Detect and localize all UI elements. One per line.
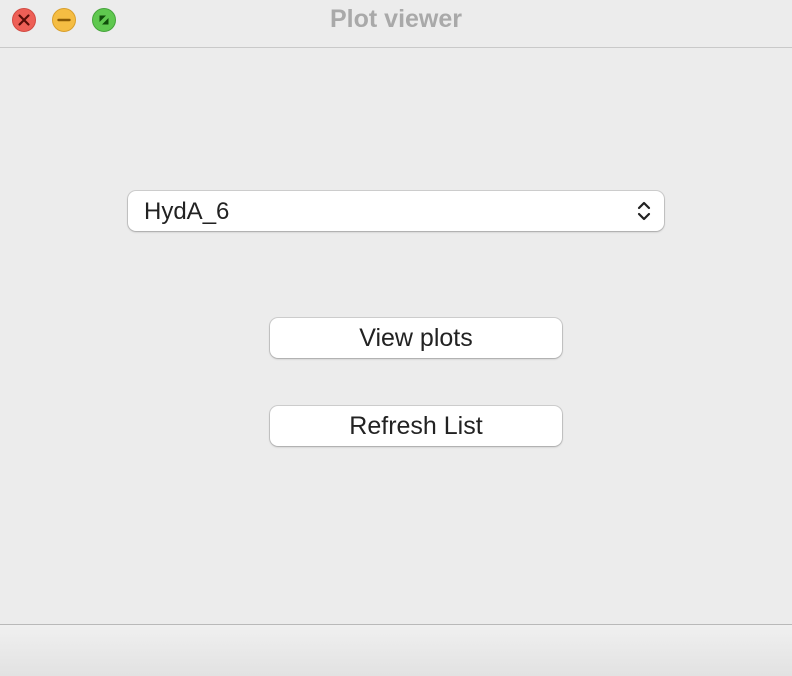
plot-viewer-window: Plot viewer HydA_6 View plots Refresh Li… <box>0 0 792 676</box>
up-down-chevron-icon <box>637 201 651 221</box>
title-bar: Plot viewer <box>0 0 792 48</box>
view-plots-button[interactable]: View plots <box>270 318 562 358</box>
plot-selector-dropdown[interactable]: HydA_6 <box>128 191 664 231</box>
bottom-bar <box>0 624 792 676</box>
refresh-list-button[interactable]: Refresh List <box>270 406 562 446</box>
window-title: Plot viewer <box>330 5 462 33</box>
dropdown-selected-value: HydA_6 <box>144 198 230 225</box>
